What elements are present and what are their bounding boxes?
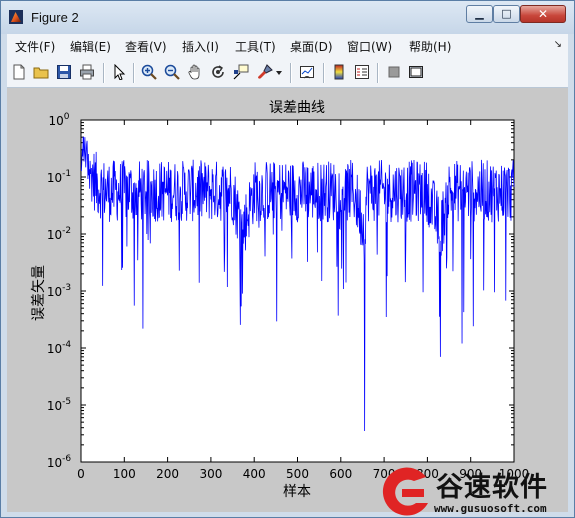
zoom-in-icon[interactable]: [141, 64, 157, 80]
colorbar-icon[interactable]: [331, 64, 347, 80]
legend-icon[interactable]: [354, 64, 370, 80]
toolbar-separator: [103, 63, 105, 83]
y-tick-label: 10-6: [47, 454, 72, 470]
maximize-icon: □: [501, 7, 512, 20]
menu-bar: 文件(F) 编辑(E) 查看(V) 插入(I) 工具(T) 桌面(D) 窗口(W…: [7, 34, 568, 58]
y-tick-label: 10-1: [47, 169, 71, 185]
x-tick-label: 300: [199, 467, 222, 481]
window-title: Figure 2: [31, 10, 79, 25]
toolbar-separator: [290, 63, 292, 83]
minimize-icon: ▁: [475, 7, 484, 20]
watermark-logo-icon: [382, 467, 428, 516]
x-tick-label: 0: [77, 467, 85, 481]
hide-plot-tools-icon[interactable]: [386, 64, 402, 80]
save-icon[interactable]: [56, 64, 72, 80]
menu-edit[interactable]: 编辑(E): [70, 38, 111, 55]
y-axis-label: 误差矢量: [31, 265, 47, 321]
x-tick-label: 200: [156, 467, 179, 481]
chart-title: 误差曲线: [269, 100, 325, 116]
link-plot-icon[interactable]: [299, 64, 315, 80]
maximize-button[interactable]: □: [493, 5, 520, 23]
x-axis-label: 样本: [283, 484, 311, 500]
menu-view[interactable]: 查看(V): [125, 38, 167, 55]
menu-desktop[interactable]: 桌面(D): [290, 38, 333, 55]
toolbar-separator: [323, 63, 325, 83]
toolbar-separator: [133, 63, 135, 83]
minimize-button[interactable]: ▁: [466, 5, 493, 23]
x-tick-label: 100: [113, 467, 136, 481]
print-icon[interactable]: [79, 64, 95, 80]
menubar-dock-arrow-icon[interactable]: ↘: [554, 39, 562, 50]
y-tick-label: 10-3: [47, 283, 71, 299]
open-file-icon[interactable]: [33, 64, 49, 80]
data-cursor-icon[interactable]: [233, 64, 249, 80]
y-tick-label: 10-2: [47, 226, 71, 242]
menu-window[interactable]: 窗口(W): [347, 38, 392, 55]
x-tick-label: 600: [329, 467, 352, 481]
zoom-out-icon[interactable]: [164, 64, 180, 80]
menu-insert[interactable]: 插入(I): [182, 38, 219, 55]
figure-canvas: 误差曲线 样本 误差矢量 0 100 200 300 400 500 600 700 800 90…: [7, 88, 568, 512]
brush-icon[interactable]: [257, 64, 273, 80]
y-tick-label: 10-4: [47, 340, 72, 356]
close-button[interactable]: ✕: [520, 5, 566, 23]
watermark-url: www.gusuosoft.com: [434, 502, 547, 515]
y-tick-label: 100: [48, 112, 69, 128]
edit-plot-arrow-icon[interactable]: [111, 64, 127, 80]
x-tick-label: 500: [286, 467, 309, 481]
menu-file[interactable]: 文件(F): [15, 38, 55, 55]
y-tick-label: 10-5: [47, 397, 71, 413]
brush-dropdown-icon[interactable]: [275, 64, 283, 80]
title-bar[interactable]: Figure 2 ▁ □ ✕: [1, 1, 574, 34]
close-icon: ✕: [537, 7, 549, 21]
figure-toolbar: [7, 58, 568, 88]
show-plot-tools-icon[interactable]: [408, 64, 424, 80]
figure-window: Figure 2 ▁ □ ✕ 文件(F) 编辑(E) 查看(V) 插入(I) 工…: [0, 0, 575, 518]
pan-hand-icon[interactable]: [187, 64, 203, 80]
watermark-brand: 谷速软件: [436, 472, 548, 503]
toolbar-separator: [377, 63, 379, 83]
menu-tools[interactable]: 工具(T): [235, 38, 276, 55]
x-tick-label: 400: [243, 467, 266, 481]
menu-help[interactable]: 帮助(H): [409, 38, 451, 55]
new-figure-icon[interactable]: [11, 64, 27, 80]
matlab-logo-icon: [9, 10, 23, 24]
plot-svg: 误差曲线 样本 误差矢量 0 100 200 300 400 500 600 700 800 90…: [31, 100, 529, 500]
rotate-3d-icon[interactable]: [210, 64, 226, 80]
